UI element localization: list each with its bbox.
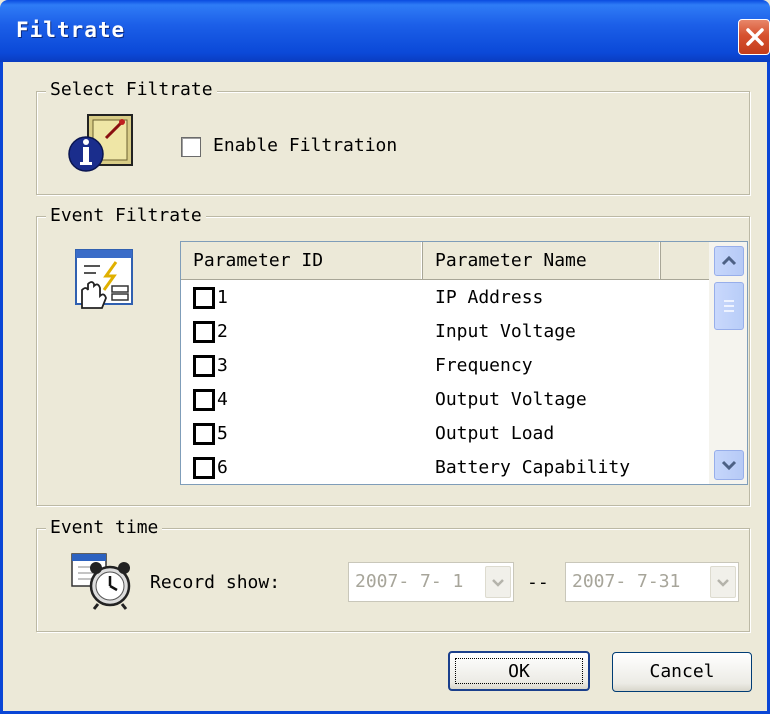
window-title: Filtrate <box>16 18 126 42</box>
row-checkbox[interactable] <box>193 355 215 377</box>
parameter-id: 6 <box>217 457 228 478</box>
parameter-id: 5 <box>217 423 228 444</box>
list-item[interactable]: 2 Input Voltage <box>181 316 709 350</box>
cancel-button[interactable]: Cancel <box>612 652 752 692</box>
list-item[interactable]: 4 Output Voltage <box>181 384 709 418</box>
enable-filtration-checkbox[interactable] <box>181 137 201 157</box>
scroll-up-button[interactable] <box>714 246 744 276</box>
column-parameter-id[interactable]: Parameter ID <box>181 242 423 279</box>
start-date-dropdown-button[interactable] <box>485 566 511 598</box>
scroll-thumb[interactable] <box>714 282 744 330</box>
parameter-list[interactable]: Parameter ID Parameter Name 1 IP Address… <box>180 241 748 485</box>
column-parameter-name[interactable]: Parameter Name <box>423 242 661 279</box>
close-button[interactable] <box>738 19 770 55</box>
chevron-up-icon <box>721 255 737 266</box>
row-checkbox[interactable] <box>193 321 215 343</box>
start-date-picker[interactable]: 2007- 7- 1 <box>348 562 514 602</box>
chevron-down-icon <box>492 579 504 587</box>
list-item[interactable]: 5 Output Load <box>181 418 709 452</box>
list-item[interactable]: 1 IP Address <box>181 282 709 316</box>
parameter-id: 4 <box>217 389 228 410</box>
end-date-value: 2007- 7-31 <box>572 571 681 592</box>
chevron-down-icon <box>721 460 737 471</box>
parameter-id: 2 <box>217 321 228 342</box>
record-show-label: Record show: <box>150 572 281 593</box>
event-hand-icon <box>75 249 133 309</box>
start-date-value: 2007- 7- 1 <box>355 571 464 592</box>
end-date-picker[interactable]: 2007- 7-31 <box>565 562 739 602</box>
scroll-down-button[interactable] <box>714 450 744 480</box>
event-time-legend: Event time <box>46 518 163 538</box>
calendar-clock-icon <box>71 553 131 610</box>
parameter-name: Battery Capability <box>435 457 631 478</box>
title-bar: Filtrate <box>0 0 770 62</box>
close-icon <box>746 28 764 46</box>
row-checkbox[interactable] <box>193 287 215 309</box>
parameter-name: Output Voltage <box>435 389 587 410</box>
focus-rectangle <box>455 658 583 684</box>
cancel-button-label: Cancel <box>649 661 715 682</box>
row-checkbox[interactable] <box>193 457 215 479</box>
parameter-name: Input Voltage <box>435 321 576 342</box>
list-header: Parameter ID Parameter Name <box>181 242 709 280</box>
row-checkbox[interactable] <box>193 389 215 411</box>
grip-icon <box>724 300 734 312</box>
list-item[interactable]: 3 Frequency <box>181 350 709 384</box>
parameter-name: Frequency <box>435 355 533 376</box>
end-date-dropdown-button[interactable] <box>710 566 736 598</box>
row-checkbox[interactable] <box>193 423 215 445</box>
ok-button[interactable]: OK <box>448 651 590 691</box>
parameter-id: 1 <box>217 287 228 308</box>
chevron-down-icon <box>717 579 729 587</box>
date-range-separator: -- <box>527 572 549 593</box>
vertical-scrollbar[interactable] <box>709 242 747 484</box>
list-item[interactable]: 6 Battery Capability <box>181 452 709 486</box>
enable-filtration-label[interactable]: Enable Filtration <box>213 135 397 156</box>
parameter-name: IP Address <box>435 287 544 308</box>
select-filtrate-legend: Select Filtrate <box>46 80 217 100</box>
info-document-icon <box>68 114 133 172</box>
parameter-name: Output Load <box>435 423 555 444</box>
parameter-id: 3 <box>217 355 228 376</box>
event-filtrate-legend: Event Filtrate <box>46 206 206 226</box>
